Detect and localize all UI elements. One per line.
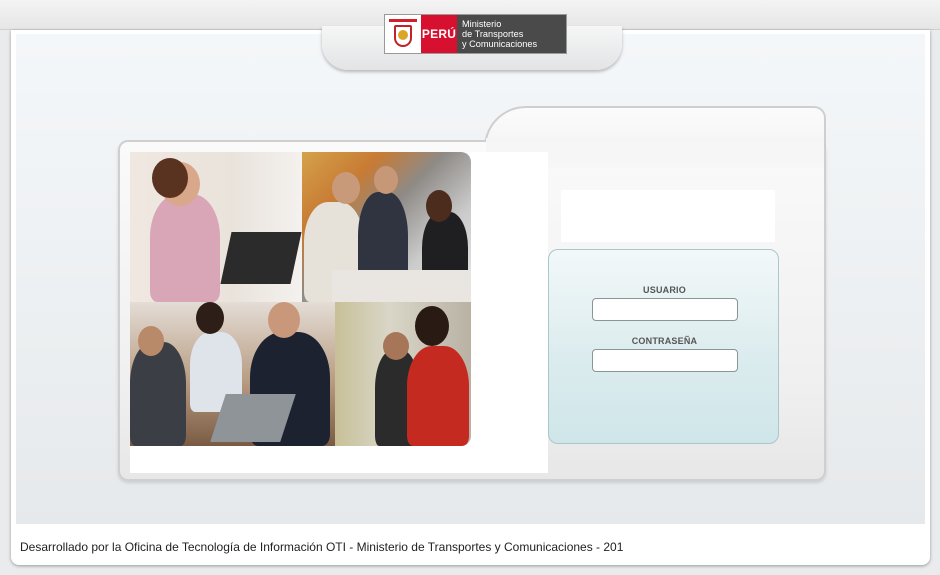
username-input[interactable] — [592, 298, 738, 321]
username-label: USUARIO — [643, 285, 686, 295]
ministry-logo: PERÚ Ministerio de Transportes y Comunic… — [384, 14, 567, 54]
photo-meeting-table — [302, 152, 471, 302]
password-label: CONTRASEÑA — [631, 336, 698, 346]
blank-panel — [561, 190, 775, 242]
coat-of-arms-icon — [385, 15, 421, 53]
photo-office-handshake — [335, 302, 471, 446]
login-form: USUARIO CONTRASEÑA — [548, 249, 779, 444]
footer-credits: Desarrollado por la Oficina de Tecnologí… — [20, 540, 624, 554]
logo-ministry-name: Ministerio de Transportes y Comunicacion… — [457, 15, 566, 53]
photo-woman-laptop — [130, 152, 302, 302]
photo-team-documents — [130, 302, 335, 446]
logo-country: PERÚ — [421, 15, 457, 53]
office-photo-collage — [130, 152, 471, 446]
password-input[interactable] — [592, 349, 738, 372]
